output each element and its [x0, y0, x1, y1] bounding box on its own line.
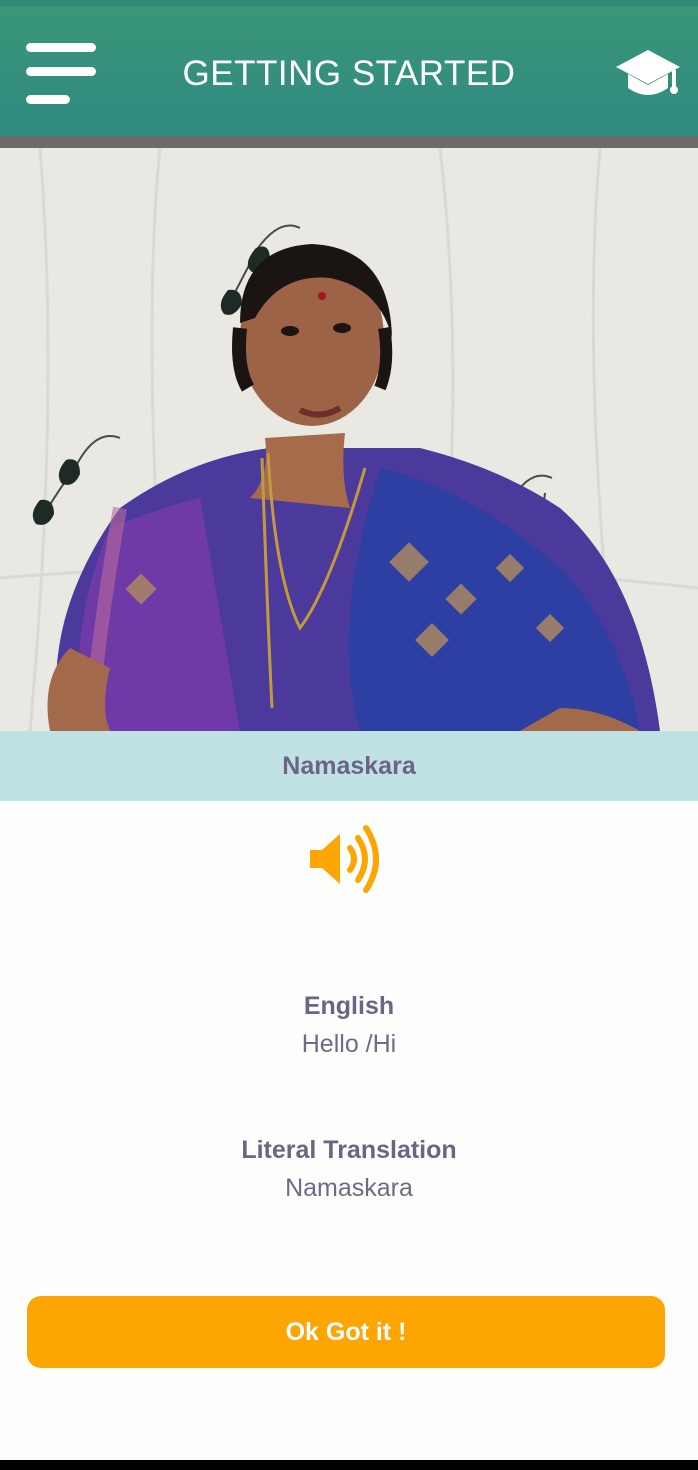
english-value: Hello /Hi	[301, 1030, 397, 1058]
lesson-video[interactable]	[0, 148, 698, 731]
page-title: GETTING STARTED	[182, 54, 516, 93]
ok-got-it-button[interactable]: Ok Got it !	[27, 1296, 665, 1368]
speaker-volume-icon[interactable]	[306, 824, 386, 894]
graduation-cap-icon[interactable]	[612, 42, 684, 112]
literal-translation-value: Namaskara	[285, 1174, 413, 1202]
header-divider	[0, 136, 698, 148]
video-frame-illustration	[0, 148, 698, 731]
phrase-caption: Namaskara	[282, 752, 416, 780]
english-label: English	[303, 992, 395, 1020]
lesson-screen: GETTING STARTED Namaskara English Hello …	[0, 0, 698, 1470]
literal-translation-label: Literal Translation	[241, 1136, 457, 1164]
navigation-bar	[0, 1460, 698, 1470]
app-bar: GETTING STARTED	[0, 6, 698, 136]
